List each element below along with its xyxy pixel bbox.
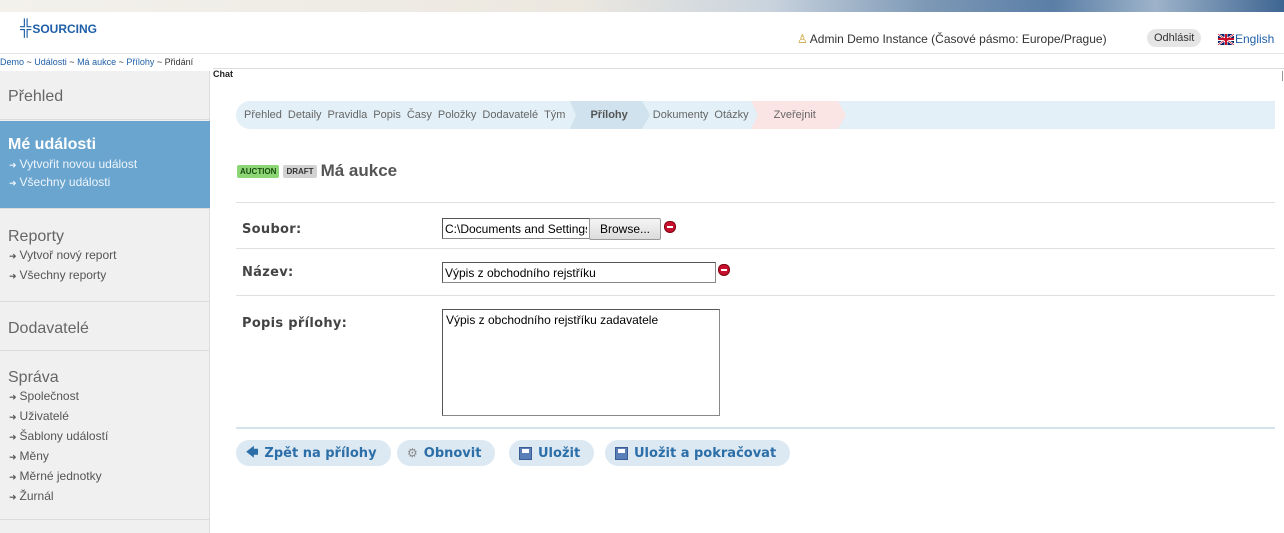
sidebar-section-reports: Reporty ➜ Vytvoř nový report ➜ Všechny rep… — [0, 210, 210, 302]
arrow-right-icon: ➜ — [9, 251, 17, 261]
arrow-right-icon: ➜ — [9, 178, 17, 188]
back-to-attachments-button[interactable]: 🡄 Zpět na přílohy — [236, 440, 391, 466]
step-documents[interactable]: Dokumenty — [650, 109, 712, 121]
step-details[interactable]: Detaily — [285, 109, 325, 121]
sidebar-link-new-report[interactable]: ➜ Vytvoř nový report — [0, 246, 210, 266]
arrow-right-icon: ➜ — [9, 452, 17, 462]
arrow-left-icon: 🡄 — [246, 444, 259, 459]
arrow-right-icon: ➜ — [9, 392, 17, 402]
logo-icon: ╬ — [20, 20, 32, 37]
chat-bar[interactable]: Chat — [213, 68, 1284, 82]
actions-divider — [236, 427, 1275, 429]
chat-edge — [1282, 71, 1283, 81]
wizard-steps: Přehled Detaily Pravidla Popis Časy Polo… — [236, 101, 1275, 129]
step-items[interactable]: Položky — [435, 109, 480, 121]
floppy-disk-icon — [519, 446, 532, 460]
sidebar-section-overview[interactable]: Přehled — [0, 71, 210, 120]
sidebar-section-admin: Správa ➜ Společnost ➜ Uživatelé ➜ Šablony u… — [0, 352, 210, 520]
page-title: Má aukce — [320, 161, 398, 180]
language-label: English — [1235, 32, 1275, 46]
step-rules[interactable]: Pravidla — [325, 109, 371, 121]
step-suppliers[interactable]: Dodavatelé — [479, 109, 541, 121]
sidebar-link-currencies[interactable]: ➜ Měny — [0, 447, 210, 467]
draft-badge: DRAFT — [283, 164, 317, 178]
floppy-disk-icon — [615, 446, 628, 460]
divider — [236, 295, 1275, 296]
sidebar-link-all-reports[interactable]: ➜ Všechny reporty — [0, 266, 210, 286]
description-textarea[interactable]: Výpis z obchodního rejstříku zadavatele — [442, 309, 720, 416]
save-and-continue-button[interactable]: Uložit a pokračovat — [605, 440, 791, 466]
header-banner — [0, 0, 1284, 12]
sidebar-link-all-events[interactable]: ➜ Všechny události — [0, 174, 210, 192]
logout-button[interactable]: Odhlásit — [1147, 29, 1202, 47]
user-icon: ♙ — [797, 32, 808, 46]
sidebar-link-units[interactable]: ➜ Měrné jednotky — [0, 467, 210, 487]
gear-icon: ⚙ — [407, 446, 418, 460]
sidebar-link-company[interactable]: ➜ Společnost — [0, 387, 210, 407]
breadcrumb-current: Přidání — [164, 57, 194, 67]
sidebar-item-admin[interactable]: Správa — [0, 369, 210, 387]
step-attachments[interactable]: Přílohy — [570, 101, 651, 129]
user-info: ♙ Admin Demo Instance (Časové pásmo: Euro… — [797, 32, 1107, 46]
language-switch[interactable]: English — [1218, 32, 1274, 46]
step-questions[interactable]: Otázky — [711, 109, 751, 121]
user-text: Admin Demo Instance (Časové pásmo: Europ… — [809, 32, 1107, 46]
sidebar-section-my-events: Mé události ➜ Vytvořit novou událost ➜ Vše… — [0, 121, 210, 209]
sidebar-item-overview[interactable]: Přehled — [0, 88, 210, 106]
browse-button[interactable]: Browse... — [589, 218, 661, 240]
arrow-right-icon: ➜ — [9, 492, 17, 502]
file-label: Soubor: — [242, 222, 302, 237]
event-heading: AUCTION DRAFT Má aukce — [237, 161, 397, 181]
file-input[interactable] — [442, 218, 590, 239]
sidebar-item-reports[interactable]: Reporty — [0, 228, 210, 246]
breadcrumb: Demo ~ Události ~ Má aukce ~ Přílohy ~ P… — [0, 57, 194, 67]
arrow-right-icon: ➜ — [9, 412, 17, 422]
chat-label: Chat — [213, 69, 233, 79]
breadcrumb-link[interactable]: Demo — [0, 57, 24, 67]
step-publish[interactable]: Zveřejnit — [750, 101, 847, 129]
breadcrumb-link[interactable]: Události — [34, 57, 67, 67]
sidebar-link-new-event[interactable]: ➜ Vytvořit novou událost — [0, 156, 210, 174]
required-icon — [664, 221, 676, 233]
logo[interactable]: ╬ SOURCING — [20, 20, 98, 37]
step-times[interactable]: Časy — [404, 109, 435, 121]
sidebar-link-users[interactable]: ➜ Uživatelé — [0, 407, 210, 427]
name-label: Název: — [242, 265, 294, 280]
arrow-right-icon: ➜ — [9, 271, 17, 281]
divider — [236, 248, 1275, 249]
sidebar-link-event-templates[interactable]: ➜ Šablony událostí — [0, 427, 210, 447]
logo-text: SOURCING — [32, 22, 98, 36]
divider — [236, 202, 1275, 203]
arrow-right-icon: ➜ — [9, 160, 17, 170]
description-label: Popis přílohy: — [242, 316, 348, 331]
uk-flag-icon — [1218, 33, 1234, 45]
sidebar-item-my-events[interactable]: Mé události — [0, 136, 210, 154]
name-input[interactable] — [442, 262, 716, 283]
sidebar-link-journal[interactable]: ➜ Žurnál — [0, 487, 210, 507]
sidebar-item-suppliers[interactable]: Dodavatelé — [0, 320, 210, 338]
breadcrumb-link[interactable]: Přílohy — [126, 57, 154, 67]
step-description[interactable]: Popis — [370, 109, 404, 121]
arrow-right-icon: ➜ — [9, 432, 17, 442]
auction-badge: AUCTION — [237, 164, 280, 178]
header: ╬ SOURCING ♙ Admin Demo Instance (Časové … — [0, 12, 1284, 54]
required-icon — [718, 264, 730, 276]
arrow-right-icon: ➜ — [9, 472, 17, 482]
step-team[interactable]: Tým — [541, 109, 568, 121]
step-overview[interactable]: Přehled — [241, 109, 285, 121]
refresh-button[interactable]: ⚙ Obnovit — [397, 440, 496, 466]
save-button[interactable]: Uložit — [509, 440, 595, 466]
sidebar-section-suppliers[interactable]: Dodavatelé — [0, 303, 210, 351]
sidebar: Přehled Mé události ➜ Vytvořit novou udál… — [0, 71, 210, 533]
breadcrumb-link[interactable]: Má aukce — [77, 57, 116, 67]
